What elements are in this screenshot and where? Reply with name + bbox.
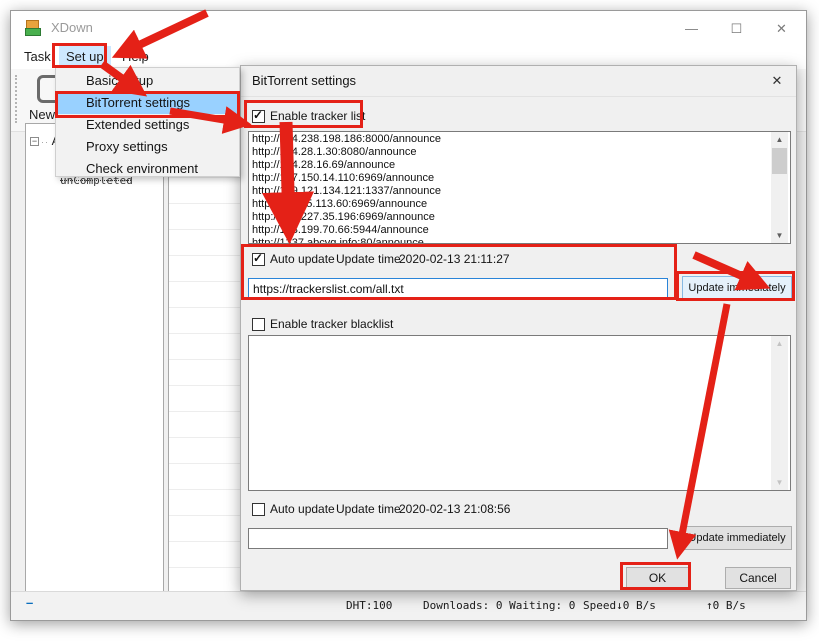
menu-setup[interactable]: Set up xyxy=(59,46,111,69)
scroll-up-icon[interactable]: ▲ xyxy=(771,336,788,351)
tracker-list-scrollbar[interactable]: ▲ ▼ xyxy=(771,132,788,243)
tracker-url-input[interactable] xyxy=(248,278,668,299)
enable-tracker-list-checkbox[interactable]: ✓ xyxy=(252,110,265,123)
check-icon: ✓ xyxy=(253,251,263,265)
tracker-url: http://109.121.134.121:1337/announce xyxy=(252,185,770,198)
scroll-up-icon[interactable]: ▲ xyxy=(771,132,788,147)
category-tree-panel: −·· A unCompleted xyxy=(25,123,164,593)
menu-help[interactable]: Help xyxy=(115,46,156,69)
menuitem-check-environment[interactable]: Check environment xyxy=(57,158,238,180)
status-speed-down: Speed↓0 B/s xyxy=(583,599,656,612)
close-button[interactable]: ✕ xyxy=(759,11,804,46)
setup-dropdown-menu: Basic setup BitTorrent settings Extended… xyxy=(55,67,240,177)
status-dht: DHT:100 xyxy=(346,599,392,612)
cancel-button[interactable]: Cancel xyxy=(725,567,791,589)
blacklist-auto-update-checkbox[interactable] xyxy=(252,503,265,516)
dialog-title: BitTorrent settings xyxy=(252,73,356,88)
dialog-close-icon[interactable]: ✕ xyxy=(766,71,788,91)
blacklist-scrollbar[interactable]: ▲ ▼ xyxy=(771,336,788,490)
check-icon: ✓ xyxy=(253,108,263,122)
menu-task[interactable]: Task xyxy=(17,46,58,69)
app-logo-icon xyxy=(25,20,42,37)
enable-tracker-blacklist-checkbox[interactable] xyxy=(252,318,265,331)
scroll-down-icon[interactable]: ▼ xyxy=(771,228,788,243)
new-task-button[interactable]: New xyxy=(29,107,55,122)
statusbar: – DHT:100 Downloads: 0 Waiting: 0 Speed↓… xyxy=(11,591,806,620)
tree-connector: ·· xyxy=(41,137,49,147)
tracker-url-list[interactable]: http://104.238.198.186:8000/announcehttp… xyxy=(248,131,791,244)
blacklist-update-immediately-button[interactable]: Update immediately xyxy=(682,526,792,550)
menuitem-extended-settings[interactable]: Extended settings xyxy=(57,114,238,136)
scroll-thumb[interactable] xyxy=(772,148,787,174)
tracker-url: http://104.238.198.186:8000/announce xyxy=(252,133,770,146)
status-downloads: Downloads: 0 Waiting: 0 xyxy=(423,599,575,612)
blacklist-url-input[interactable] xyxy=(248,528,668,549)
enable-tracker-list-label: Enable tracker list xyxy=(270,109,365,123)
maximize-button[interactable]: ☐ xyxy=(714,11,759,46)
menuitem-basic-setup[interactable]: Basic setup xyxy=(57,70,238,92)
status-dash: – xyxy=(26,595,33,610)
bittorrent-settings-dialog: BitTorrent settings ✕ ✓ Enable tracker l… xyxy=(240,65,797,591)
ok-button[interactable]: OK xyxy=(626,567,689,589)
dialog-separator xyxy=(241,96,796,97)
blacklist-auto-update-label: Auto update xyxy=(270,502,335,516)
tree-collapse-icon[interactable]: − xyxy=(30,137,39,146)
titlebar: XDown — ☐ ✕ xyxy=(11,11,806,46)
enable-tracker-blacklist-label: Enable tracker blacklist xyxy=(270,317,393,331)
status-speed-up: ↑0 B/s xyxy=(706,599,746,612)
scroll-down-icon[interactable]: ▼ xyxy=(771,475,788,490)
tracker-url: http://114.55.113.60:6969/announce xyxy=(252,198,770,211)
tracker-blacklist-textarea[interactable] xyxy=(248,335,791,491)
toolbar-gripper[interactable] xyxy=(15,75,17,123)
blacklist-update-time-label: Update time xyxy=(336,502,401,516)
tracker-url: http://104.28.16.69/announce xyxy=(252,159,770,172)
tracker-url: http://104.28.1.30:8080/announce xyxy=(252,146,770,159)
window-title: XDown xyxy=(51,20,93,35)
tracker-url: http://128.199.70.66:5944/announce xyxy=(252,224,770,237)
tracker-auto-update-label: Auto update xyxy=(270,252,335,266)
tracker-update-immediately-button[interactable]: Update immediately xyxy=(682,276,792,300)
blacklist-update-time-value: 2020-02-13 21:08:56 xyxy=(399,502,510,516)
tracker-auto-update-checkbox[interactable]: ✓ xyxy=(252,253,265,266)
tracker-update-time-label: Update time xyxy=(336,252,401,266)
tracker-update-time-value: 2020-02-13 21:11:27 xyxy=(399,252,510,266)
menuitem-bittorrent-settings[interactable]: BitTorrent settings xyxy=(57,92,238,114)
tracker-url: http://125.227.35.196:6969/announce xyxy=(252,211,770,224)
tracker-url: http://1337.abcvg.info:80/announce xyxy=(252,237,770,244)
app-logo-bottom xyxy=(25,28,41,36)
tracker-url: http://107.150.14.110:6969/announce xyxy=(252,172,770,185)
menuitem-proxy-settings[interactable]: Proxy settings xyxy=(57,136,238,158)
minimize-button[interactable]: — xyxy=(669,11,714,46)
